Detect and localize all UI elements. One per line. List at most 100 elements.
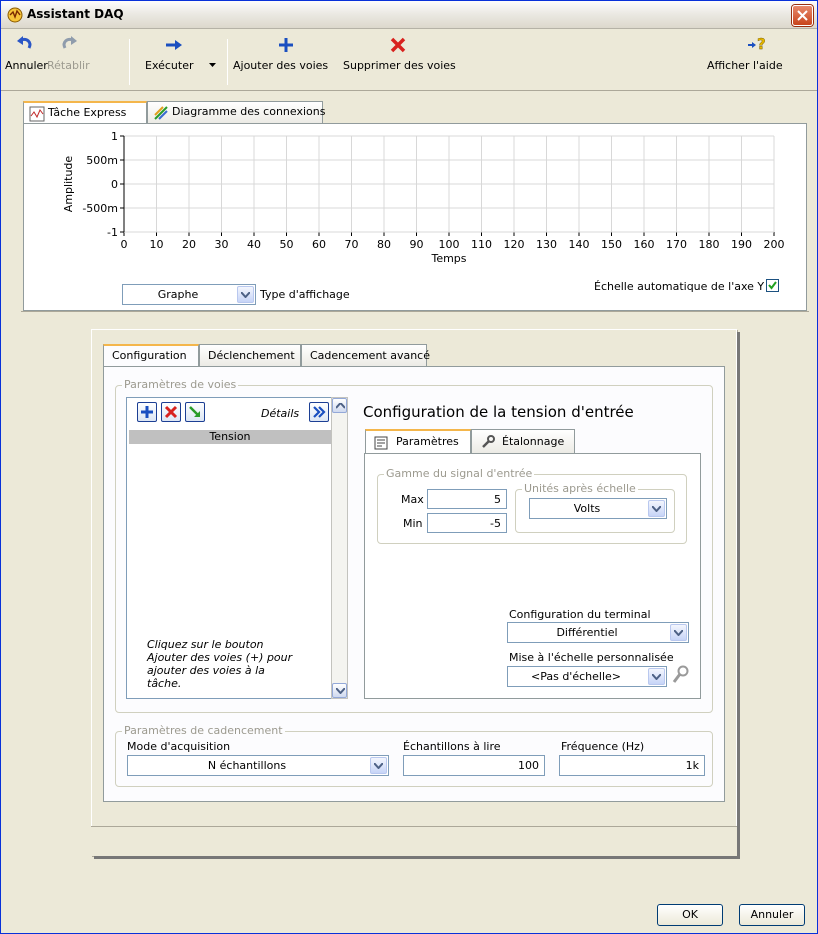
chevron-down-icon <box>370 757 387 774</box>
cancel-button[interactable]: Annuler <box>739 904 805 926</box>
daq-app-icon <box>7 7 23 23</box>
y-tick-label: -1 <box>107 226 118 239</box>
display-type-select[interactable]: Graphe <box>122 284 256 305</box>
units-select[interactable]: Volts <box>529 498 667 519</box>
samples-to-read-label: Échantillons à lire <box>403 740 501 753</box>
tab-configuration[interactable]: Configuration <box>103 344 199 368</box>
y-tick-label: 1 <box>111 130 118 143</box>
remove-channel-button[interactable] <box>161 402 181 422</box>
x-tick-label: 130 <box>536 238 557 251</box>
scroll-up-button[interactable] <box>332 398 347 413</box>
x-tick-label: 190 <box>731 238 752 251</box>
min-label: Min <box>403 517 423 530</box>
x-tick-label: 160 <box>634 238 655 251</box>
scroll-down-button[interactable] <box>332 683 347 698</box>
ok-button[interactable]: OK <box>657 904 723 926</box>
run-dropdown-icon[interactable] <box>209 63 216 67</box>
x-tick-label: 200 <box>764 238 785 251</box>
y-tick-label: -500m <box>82 202 118 215</box>
x-tick-label: 20 <box>182 238 196 251</box>
chevron-up-icon <box>336 403 345 409</box>
x-tick-label: 50 <box>280 238 294 251</box>
x-tick-label: 0 <box>121 238 128 251</box>
tab-triggering[interactable]: Déclenchement <box>199 344 301 366</box>
redo-button[interactable]: Rétablir <box>47 35 91 72</box>
rename-arrow-icon <box>189 406 200 417</box>
x-tick-label: 170 <box>666 238 687 251</box>
x-tick-label: 90 <box>410 238 424 251</box>
channel-list: Détails Tension Cliquez sur le bouton Aj… <box>126 397 332 699</box>
toolbar: Annuler Rétablir Exécuter Ajouter des vo… <box>1 29 817 91</box>
graph-panel: 0 10 20 30 40 50 60 70 80 90 100 110 120 130 140 150 160… <box>23 123 807 311</box>
configuration-panel-footer <box>91 826 737 856</box>
window-title: Assistant DAQ <box>27 7 124 21</box>
y-tick-label: 500m <box>86 154 118 167</box>
x-tick-label: 40 <box>247 238 261 251</box>
custom-scaling-label: Mise à l'échelle personnalisée <box>509 651 674 664</box>
x-tick-label: 110 <box>471 238 492 251</box>
channel-list-toolbar: Détails <box>127 398 331 430</box>
title-bar: Assistant DAQ <box>1 1 817 29</box>
channel-list-hint: Cliquez sur le bouton Ajouter des voies … <box>147 638 293 690</box>
undo-button[interactable]: Annuler <box>5 35 48 72</box>
redo-icon <box>62 36 77 49</box>
chevron-down-icon <box>336 688 345 694</box>
details-label: Détails <box>261 407 300 420</box>
express-task-icon <box>29 106 45 122</box>
channel-list-item[interactable]: Tension <box>129 430 331 444</box>
auto-scale-label: Échelle automatique de l'axe Y <box>594 280 765 293</box>
max-input[interactable]: 5 <box>427 489 507 509</box>
samples-to-read-input[interactable]: 100 <box>403 755 545 776</box>
x-tick-label: 10 <box>150 238 164 251</box>
run-arrow-icon <box>166 40 182 50</box>
rename-channel-button[interactable] <box>185 402 205 422</box>
toolbar-separator <box>227 39 228 85</box>
terminal-config-select[interactable]: Différentiel <box>507 622 689 643</box>
x-tick-label: 150 <box>601 238 622 251</box>
delete-x-icon <box>164 405 178 419</box>
details-button[interactable] <box>309 402 329 422</box>
connection-diagram-icon <box>154 106 168 120</box>
min-input[interactable]: -5 <box>427 513 507 533</box>
tab-settings[interactable]: Paramètres <box>365 429 471 455</box>
x-tick-label: 140 <box>569 238 590 251</box>
voltage-config-title: Configuration de la tension d'entrée <box>363 403 634 421</box>
add-channels-button[interactable]: Ajouter des voies <box>233 35 339 72</box>
x-tick-label: 60 <box>312 238 326 251</box>
tab-connection-diagram[interactable]: Diagramme des connexions <box>147 101 325 123</box>
close-icon <box>797 10 808 21</box>
close-button[interactable] <box>792 5 813 26</box>
double-chevron-right-icon <box>313 406 326 418</box>
x-tick-label: 70 <box>345 238 359 251</box>
scale-wrench-icon[interactable] <box>671 665 689 685</box>
chevron-down-icon <box>670 624 687 641</box>
toolbar-separator <box>129 39 130 85</box>
add-channel-button[interactable] <box>137 402 157 422</box>
svg-text:?: ? <box>757 35 766 53</box>
plus-icon <box>141 406 153 418</box>
amplitude-chart: 0 10 20 30 40 50 60 70 80 90 100 110 120 130 140 150 160… <box>62 130 785 265</box>
y-axis-label: Amplitude <box>62 156 75 213</box>
x-tick-label: 120 <box>504 238 525 251</box>
x-tick-label: 80 <box>377 238 391 251</box>
daq-assistant-window: Assistant DAQ Annuler Rétablir Exécuter … <box>0 0 818 934</box>
channel-list-scrollbar[interactable] <box>331 397 348 699</box>
auto-scale-checkbox[interactable] <box>766 279 779 292</box>
custom-scaling-select[interactable]: <Pas d'échelle> <box>507 666 667 687</box>
max-label: Max <box>401 493 424 506</box>
tab-calibration[interactable]: Étalonnage <box>471 429 575 453</box>
tab-advanced-timing[interactable]: Cadencement avancé <box>301 344 430 366</box>
x-tick-label: 180 <box>699 238 720 251</box>
y-tick-label: 0 <box>111 178 118 191</box>
run-button[interactable]: Exécuter <box>145 35 203 72</box>
tab-express-task[interactable]: Tâche Express <box>23 101 147 125</box>
help-icon: ? <box>748 35 766 53</box>
plus-icon <box>279 38 293 52</box>
remove-channels-button[interactable]: Supprimer des voies <box>343 35 456 72</box>
x-tick-label: 30 <box>215 238 229 251</box>
show-help-button[interactable]: ? Afficher l'aide <box>707 35 807 72</box>
rate-input[interactable]: 1k <box>559 755 705 776</box>
chevron-down-icon <box>648 668 665 685</box>
calibration-wrench-icon <box>482 435 495 448</box>
acquisition-mode-select[interactable]: N échantillons <box>127 755 389 776</box>
